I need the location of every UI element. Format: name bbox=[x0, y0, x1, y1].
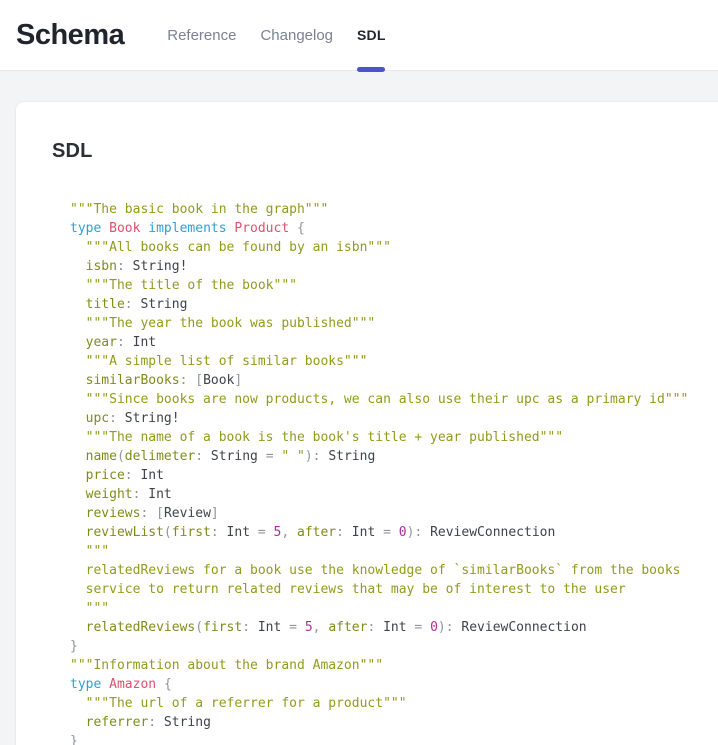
code-line: relatedReviews for a book use the knowle… bbox=[70, 561, 718, 580]
code-line: """The title of the book""" bbox=[70, 276, 718, 295]
code-line: isbn: String! bbox=[70, 257, 718, 276]
code-line: service to return related reviews that m… bbox=[70, 580, 718, 599]
code-line: title: String bbox=[70, 295, 718, 314]
code-line: referrer: String bbox=[70, 713, 718, 732]
code-line: type Book implements Product { bbox=[70, 219, 718, 238]
sdl-card-heading: SDL bbox=[52, 140, 718, 163]
code-line: relatedReviews(first: Int = 5, after: In… bbox=[70, 618, 718, 637]
code-line: """The year the book was published""" bbox=[70, 314, 718, 333]
page-title: Schema bbox=[16, 19, 124, 52]
schema-header: Schema Reference Changelog SDL bbox=[0, 0, 718, 71]
code-line: weight: Int bbox=[70, 485, 718, 504]
code-line: """ bbox=[70, 599, 718, 618]
code-line: type Amazon { bbox=[70, 675, 718, 694]
tab-changelog[interactable]: Changelog bbox=[248, 0, 345, 70]
code-line: """The name of a book is the book's titl… bbox=[70, 428, 718, 447]
code-line: """Information about the brand Amazon""" bbox=[70, 656, 718, 675]
tab-sdl-label: SDL bbox=[357, 27, 386, 43]
code-line: } bbox=[70, 732, 718, 745]
code-line: """A simple list of similar books""" bbox=[70, 352, 718, 371]
code-line: upc: String! bbox=[70, 409, 718, 428]
code-line: similarBooks: [Book] bbox=[70, 371, 718, 390]
page-body: SDL """The basic book in the graph"""typ… bbox=[0, 71, 718, 745]
code-line: reviewList(first: Int = 5, after: Int = … bbox=[70, 523, 718, 542]
code-line: """The basic book in the graph""" bbox=[70, 200, 718, 219]
sdl-code-block: """The basic book in the graph"""type Bo… bbox=[70, 200, 718, 745]
code-line: name(delimeter: String = " "): String bbox=[70, 447, 718, 466]
tab-changelog-label: Changelog bbox=[260, 27, 333, 44]
code-line: """Since books are now products, we can … bbox=[70, 390, 718, 409]
code-line: """ bbox=[70, 542, 718, 561]
code-line: } bbox=[70, 637, 718, 656]
code-line: reviews: [Review] bbox=[70, 504, 718, 523]
tab-sdl[interactable]: SDL bbox=[345, 0, 398, 70]
tab-reference[interactable]: Reference bbox=[155, 0, 248, 70]
sdl-card: SDL """The basic book in the graph"""typ… bbox=[16, 102, 718, 745]
active-tab-indicator bbox=[357, 67, 385, 72]
tab-reference-label: Reference bbox=[167, 27, 236, 44]
code-line: price: Int bbox=[70, 466, 718, 485]
code-line: """All books can be found by an isbn""" bbox=[70, 238, 718, 257]
tab-bar: Reference Changelog SDL bbox=[155, 0, 397, 70]
code-line: """The url of a referrer for a product""… bbox=[70, 694, 718, 713]
code-line: year: Int bbox=[70, 333, 718, 352]
